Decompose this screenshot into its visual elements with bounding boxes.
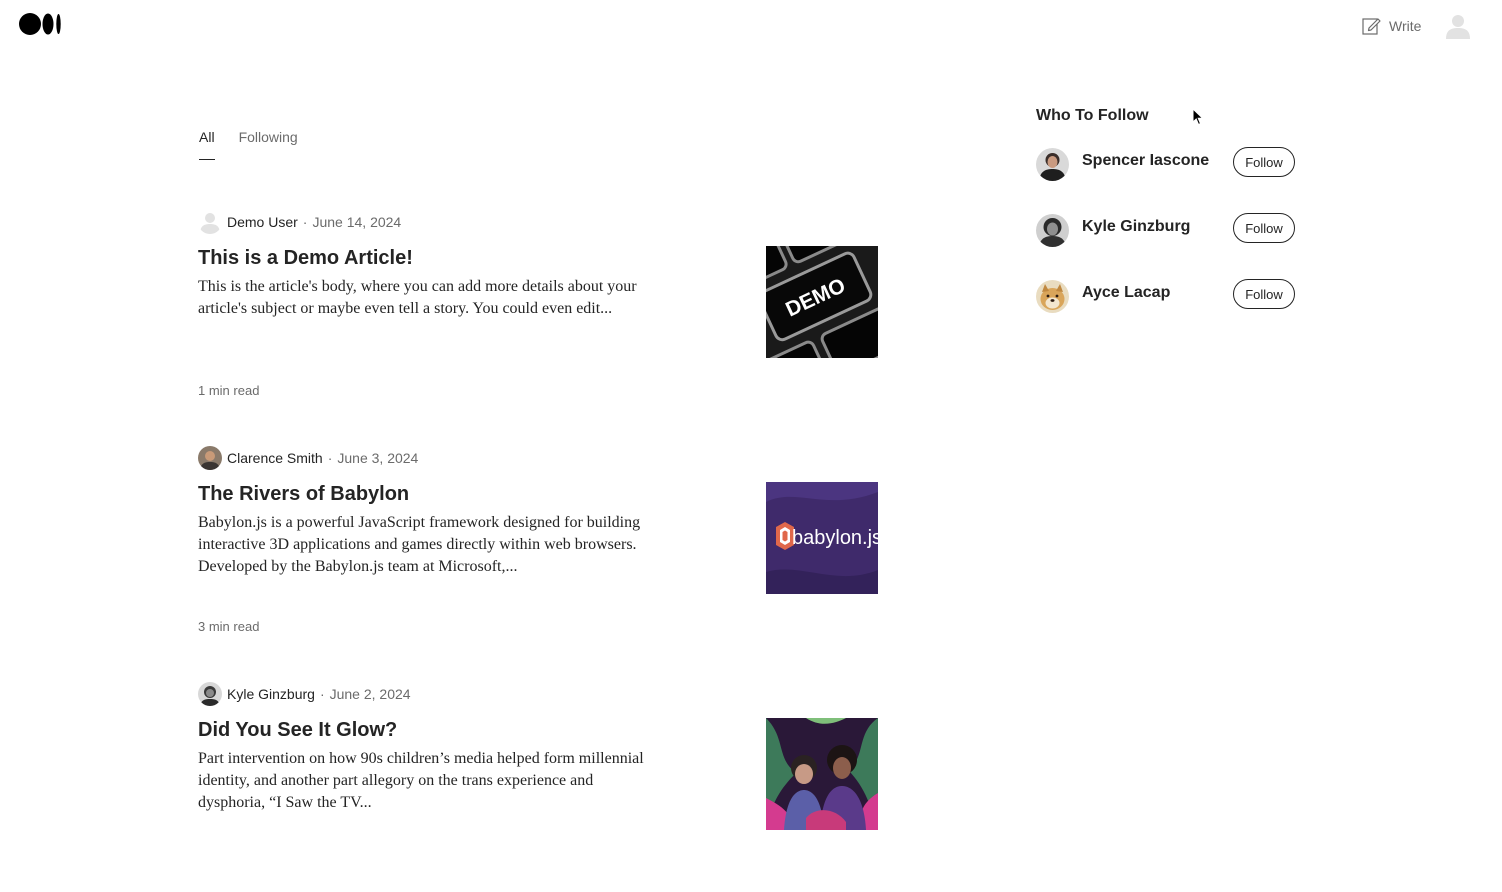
mouse-cursor-icon (1192, 108, 1204, 126)
follow-name[interactable]: Kyle Ginzburg (1082, 218, 1190, 236)
who-to-follow-title: Who To Follow (1036, 107, 1149, 124)
tab-following[interactable]: Following (239, 129, 298, 160)
meta-separator: · (319, 686, 325, 702)
meta-separator: · (327, 450, 333, 466)
article-card[interactable]: Kyle Ginzburg · June 2, 2024 Did You See… (198, 682, 878, 892)
meta-separator: · (302, 214, 308, 230)
author-avatar[interactable] (198, 210, 222, 234)
article-date: June 3, 2024 (337, 450, 419, 466)
article-card[interactable]: Clarence Smith · June 3, 2024 The Rivers… (198, 446, 878, 656)
article-title[interactable]: Did You See It Glow? (198, 719, 397, 742)
kyle-avatar[interactable] (1036, 214, 1069, 247)
article-title[interactable]: The Rivers of Babylon (198, 483, 409, 506)
article-date: June 14, 2024 (312, 214, 402, 230)
doge-avatar[interactable] (1036, 280, 1069, 313)
medium-logo-icon[interactable] (19, 13, 63, 35)
follow-suggestion: Kyle Ginzburg Follow (1036, 213, 1298, 247)
follow-button[interactable]: Follow (1233, 279, 1295, 309)
babylon-wordmark: babylon.js (792, 527, 878, 549)
babylonjs-logo-image[interactable]: babylon.js (766, 482, 878, 594)
article-date: June 2, 2024 (329, 686, 411, 702)
read-time: 1 min read (198, 383, 260, 398)
follow-name[interactable]: Spencer Iascone (1082, 152, 1209, 170)
follow-button[interactable]: Follow (1233, 147, 1295, 177)
tab-all[interactable]: All (199, 129, 215, 160)
tv-glow-poster-image[interactable] (766, 718, 878, 830)
article-excerpt: Babylon.js is a powerful JavaScript fram… (198, 514, 641, 575)
user-avatar-icon[interactable] (1445, 13, 1471, 39)
demo-keyboard-image[interactable]: DEMO (766, 246, 878, 358)
author-name[interactable]: Demo User (227, 214, 298, 230)
article-meta: Demo User · June 14, 2024 (198, 210, 401, 234)
author-name[interactable]: Clarence Smith (227, 450, 323, 466)
article-meta: Clarence Smith · June 3, 2024 (198, 446, 418, 470)
follow-button[interactable]: Follow (1233, 213, 1295, 243)
article-title[interactable]: This is a Demo Article! (198, 247, 413, 270)
article-meta: Kyle Ginzburg · June 2, 2024 (198, 682, 411, 706)
spencer-avatar[interactable] (1036, 148, 1069, 181)
feed-tabs: All Following (199, 129, 298, 160)
write-button[interactable]: Write (1361, 16, 1421, 36)
article-excerpt: This is the article's body, where you ca… (198, 278, 637, 317)
author-name[interactable]: Kyle Ginzburg (227, 686, 315, 702)
author-avatar[interactable] (198, 446, 222, 470)
read-time: 3 min read (198, 619, 260, 634)
article-excerpt: Part intervention on how 90s children’s … (198, 750, 644, 811)
article-card[interactable]: Demo User · June 14, 2024 This is a Demo… (198, 210, 878, 420)
write-label: Write (1389, 18, 1422, 34)
edit-icon (1362, 18, 1381, 35)
follow-suggestion: Ayce Lacap Follow (1036, 279, 1298, 313)
follow-suggestion: Spencer Iascone Follow (1036, 147, 1298, 181)
follow-name[interactable]: Ayce Lacap (1082, 284, 1170, 302)
author-avatar[interactable] (198, 682, 222, 706)
